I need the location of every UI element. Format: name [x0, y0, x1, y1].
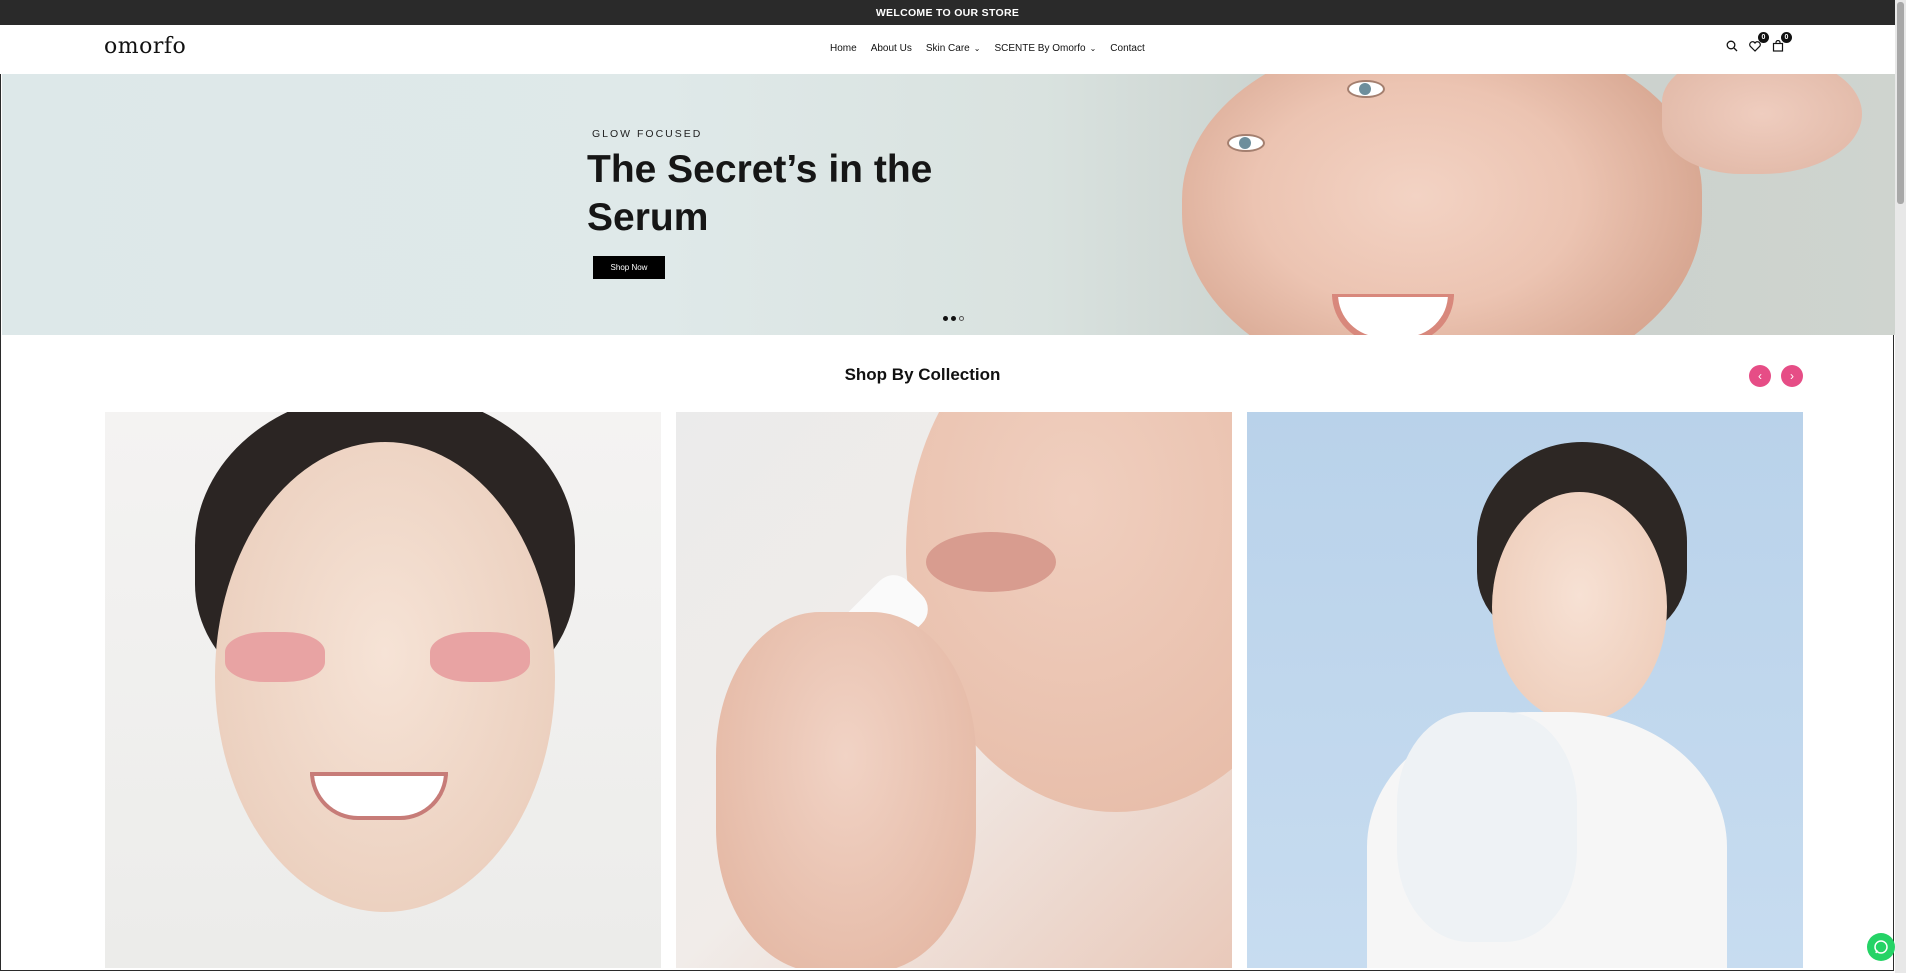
image-eye-patch	[430, 632, 530, 682]
nav-label: About Us	[870, 43, 912, 54]
heart-icon[interactable]: 0	[1748, 32, 1769, 53]
image-sheet-mask	[1397, 712, 1577, 942]
hero-image-hand	[1662, 74, 1862, 174]
announcement-bar: WELCOME TO OUR STORE	[0, 0, 1895, 25]
shop-now-button[interactable]: Shop Now	[593, 256, 665, 279]
nav-label: SCENTE By Omorfo	[994, 43, 1086, 54]
nav-item-about-us[interactable]: About Us	[871, 43, 912, 54]
hero-image-eye	[1227, 134, 1265, 152]
chevron-right-icon[interactable]: ›	[1781, 365, 1803, 387]
hero-image-smile	[1332, 294, 1454, 335]
hero-image-eye	[1347, 80, 1385, 98]
collection-section-title: Shop By Collection	[844, 365, 1001, 384]
image-face	[1492, 492, 1667, 722]
scrollbar-thumb[interactable]	[1897, 2, 1904, 204]
image-eye-patch	[225, 632, 325, 682]
hero-eyebrow: GLOW FOCUSED	[592, 128, 703, 140]
page-scrollbar[interactable]	[1895, 0, 1906, 973]
announcement-text: WELCOME TO OUR STORE	[875, 6, 1020, 19]
nav-item-skin-care[interactable]: Skin Care ⌄	[926, 43, 981, 54]
cart-count-badge: 0	[1781, 32, 1792, 43]
collection-card-1[interactable]	[105, 412, 661, 968]
search-icon[interactable]	[1725, 39, 1739, 53]
slide-dot-3[interactable]	[959, 316, 964, 321]
nav-label: Skin Care	[925, 43, 970, 54]
whatsapp-icon	[1874, 940, 1888, 954]
collection-card-2[interactable]	[676, 412, 1232, 968]
nav-item-home[interactable]: Home	[830, 43, 857, 54]
chevron-left-icon[interactable]: ‹	[1749, 365, 1771, 387]
header-actions: 0 0	[1725, 32, 1792, 53]
chevron-down-icon: ⌄	[973, 44, 981, 53]
main-nav: Home About Us Skin Care ⌄ SCENTE By Omorf…	[830, 43, 1159, 54]
site-logo[interactable]: omorfo	[104, 34, 186, 59]
hero-title: The Secret’s in the Serum	[587, 148, 933, 239]
site-header: omorfo Home About Us Skin Care ⌄ SCENTE B…	[0, 25, 1895, 74]
image-lips	[926, 532, 1056, 592]
wishlist-count-badge: 0	[1758, 32, 1769, 43]
whatsapp-chat-button[interactable]	[1867, 933, 1895, 961]
nav-item-contact[interactable]: Contact	[1110, 43, 1144, 54]
collection-card-3[interactable]	[1247, 412, 1803, 968]
hero-slider-dots	[943, 316, 964, 321]
nav-label: Home	[830, 43, 857, 54]
nav-label: Contact	[1110, 43, 1145, 54]
nav-item-scente[interactable]: SCENTE By Omorfo ⌄	[994, 43, 1096, 54]
image-hand	[716, 612, 976, 968]
cart-icon[interactable]: 0	[1771, 32, 1792, 53]
chevron-down-icon: ⌄	[1089, 44, 1097, 53]
slide-dot-1[interactable]	[943, 316, 948, 321]
slide-dot-2[interactable]	[951, 316, 956, 321]
